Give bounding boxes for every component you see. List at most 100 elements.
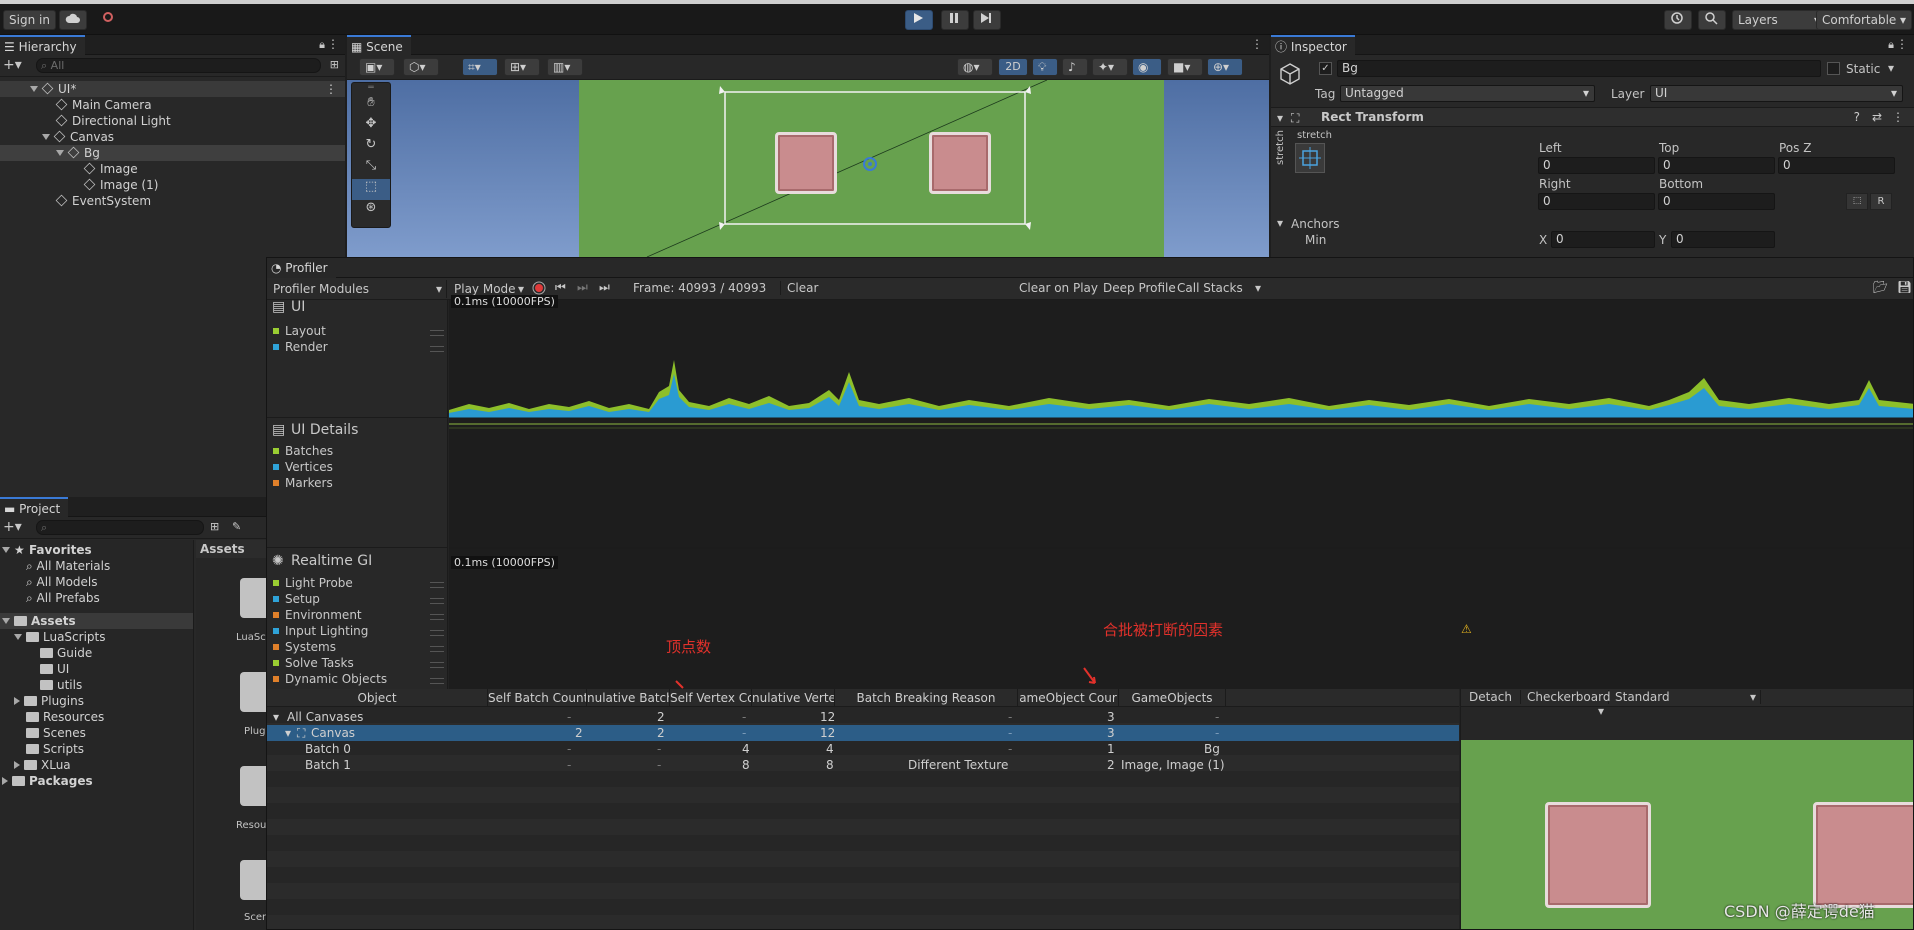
history-button[interactable] — [1664, 10, 1692, 30]
folder-item[interactable]: UI — [0, 661, 193, 677]
left-field[interactable]: 0 — [1538, 157, 1655, 174]
col-cumulative-batch-count[interactable]: nulative Batch Co — [587, 689, 670, 707]
static-checkbox[interactable] — [1827, 62, 1840, 75]
module-legend-item[interactable]: Render — [273, 340, 328, 354]
module-legend-item[interactable]: Vertices — [273, 460, 333, 474]
table-row[interactable]: ▾ ⛶ Canvas 2 2 - 12 - 3 - — [267, 725, 1459, 741]
anchor-preset-button[interactable] — [1295, 143, 1325, 173]
bottom-field[interactable]: 0 — [1658, 193, 1775, 210]
lock-icon[interactable]: 🔒︎ — [1888, 38, 1894, 52]
detach-button[interactable]: Detach — [1461, 690, 1521, 704]
posz-field[interactable]: 0 — [1778, 157, 1895, 174]
reorder-grip-icon[interactable] — [430, 614, 444, 620]
table-row[interactable]: Batch 1 - - 8 8 Different Texture 2 Imag… — [267, 757, 1459, 773]
col-self-batch-count[interactable]: Self Batch Count — [488, 689, 587, 707]
current-frame-icon[interactable]: ⏭︎ — [599, 280, 610, 295]
clear-on-play-button[interactable]: Clear on Play — [1019, 281, 1098, 295]
folder-icon[interactable] — [240, 766, 268, 806]
module-legend-item[interactable]: Input Lighting — [273, 624, 368, 638]
module-legend-item[interactable]: Solve Tasks — [273, 656, 354, 670]
gizmos-button[interactable]: ⊕▾ — [1207, 58, 1243, 76]
search-by-type-icon[interactable]: ⊞ — [210, 520, 219, 533]
filter-icon[interactable]: ⊞ — [330, 58, 339, 71]
hierarchy-item-image-1[interactable]: Image (1) — [0, 177, 345, 193]
scale-tool-icon[interactable]: ⤡ — [352, 158, 390, 179]
hierarchy-item-canvas[interactable]: Canvas — [0, 129, 345, 145]
play-button[interactable] — [905, 10, 933, 30]
folder-item[interactable]: Resources — [0, 709, 193, 725]
hierarchy-item-scene[interactable]: UI* ⋮ — [0, 81, 345, 97]
folder-item[interactable]: utils — [0, 677, 193, 693]
more-menu-icon[interactable]: ⋮ — [325, 81, 337, 97]
profiler-modules-dropdown[interactable]: Profiler Modules ▾ — [269, 280, 447, 298]
step-button[interactable] — [973, 10, 1001, 30]
first-frame-icon[interactable]: ⏮︎ — [555, 280, 566, 295]
scene-viewport[interactable]: ═ ✋︎ ✥ ↻ ⤡ ⬚ ⊛ — [347, 80, 1269, 257]
tab-inspector[interactable]: ⓘ Inspector — [1271, 35, 1355, 55]
module-legend-item[interactable]: Systems — [273, 640, 336, 654]
help-icon[interactable]: ? — [1854, 110, 1860, 124]
save-icon[interactable]: 💾︎ — [1897, 280, 1912, 294]
draw-mode-button[interactable]: ▣▾ — [359, 58, 395, 76]
table-row[interactable]: ▾ All Canvases - 2 - 12 - 3 - — [267, 709, 1459, 725]
assets-node[interactable]: Assets — [0, 613, 193, 629]
toggle-2d-button[interactable]: 2D — [998, 58, 1028, 76]
module-legend-item[interactable]: Environment — [273, 608, 362, 622]
folder-item[interactable]: XLua — [0, 757, 193, 773]
col-batch-breaking-reason[interactable]: Batch Breaking Reason — [835, 689, 1018, 707]
layers-dropdown[interactable]: Layers▾ — [1732, 10, 1826, 30]
lighting-toggle-icon[interactable]: 💡︎ — [1032, 58, 1058, 76]
pause-button[interactable] — [941, 10, 969, 30]
module-legend-item[interactable]: Batches — [273, 444, 333, 458]
clear-button[interactable]: Clear — [780, 281, 818, 295]
profiler-charts[interactable]: 0.1ms (10000FPS) 0.1ms (10000FPS) ⚠ 顶点数 … — [449, 295, 1913, 689]
globe-button[interactable]: ◍▾ — [957, 58, 993, 76]
rect-transform-header[interactable]: ▾ ⛶ Rect Transform ? ⇄ ⋮ — [1271, 107, 1914, 127]
reorder-grip-icon[interactable] — [430, 646, 444, 652]
load-icon[interactable]: 📂︎ — [1873, 280, 1888, 294]
blueprint-mode-button[interactable]: ⬚ — [1846, 193, 1868, 210]
folder-item[interactable]: Plugins — [0, 693, 193, 709]
module-realtime-gi[interactable]: ✺ Realtime GI Light Probe Setup Environm… — [267, 548, 448, 689]
favorites-item[interactable]: ⌕ All Prefabs — [0, 590, 193, 606]
min-x-field[interactable]: 0 — [1551, 231, 1655, 248]
reorder-grip-icon[interactable] — [430, 330, 444, 336]
reorder-grip-icon[interactable] — [430, 678, 444, 684]
grid-snap-button[interactable]: ⌗▾ — [462, 58, 498, 76]
more-menu-icon[interactable]: ⋮ — [1896, 37, 1908, 51]
hierarchy-item-directional-light[interactable]: Directional Light — [0, 113, 345, 129]
min-y-field[interactable]: 0 — [1671, 231, 1775, 248]
reorder-grip-icon[interactable] — [430, 346, 444, 352]
module-legend-item[interactable]: Setup — [273, 592, 320, 606]
raw-edit-button[interactable]: R — [1870, 193, 1892, 210]
preset-icon[interactable]: ⇄ — [1872, 110, 1882, 124]
tab-hierarchy[interactable]: ☰ Hierarchy — [0, 35, 85, 55]
cloud-button[interactable] — [59, 10, 87, 30]
col-object[interactable]: Object — [267, 689, 488, 707]
folder-item[interactable]: LuaScripts — [0, 629, 193, 645]
search-by-label-icon[interactable]: ✎ — [232, 520, 241, 533]
more-menu-icon[interactable]: ⋮ — [327, 37, 339, 51]
chevron-down-icon[interactable]: ▾ — [1277, 216, 1283, 230]
search-button[interactable] — [1698, 10, 1726, 30]
folder-icon[interactable] — [240, 672, 268, 712]
snap-increment-button[interactable]: ⊞▾ — [504, 58, 540, 76]
tab-scene[interactable]: ▦ Scene — [347, 35, 411, 55]
hand-tool-icon[interactable]: ✋︎ — [352, 95, 390, 116]
rect-tool-icon[interactable]: ⬚ — [352, 179, 390, 200]
favorites-item[interactable]: ⌕ All Models — [0, 574, 193, 590]
reorder-grip-icon[interactable] — [430, 598, 444, 604]
background-dropdown[interactable]: Checkerboard ▾ — [1523, 690, 1610, 718]
folder-icon[interactable] — [240, 860, 268, 900]
module-legend-item[interactable]: Light Probe — [273, 576, 353, 590]
hierarchy-search-input[interactable]: ⌕ All — [36, 58, 321, 73]
module-ui[interactable]: ▤ UI Layout Render — [267, 299, 448, 418]
hierarchy-item-main-camera[interactable]: Main Camera — [0, 97, 345, 113]
top-field[interactable]: 0 — [1658, 157, 1775, 174]
reorder-grip-icon[interactable] — [430, 582, 444, 588]
rotate-tool-icon[interactable]: ↻ — [352, 137, 390, 158]
more-menu-icon[interactable]: ⋮ — [1251, 37, 1263, 51]
lock-icon[interactable]: 🔒︎ — [319, 38, 325, 52]
move-tool-icon[interactable]: ✥ — [352, 116, 390, 137]
packages-node[interactable]: Packages — [0, 773, 193, 789]
